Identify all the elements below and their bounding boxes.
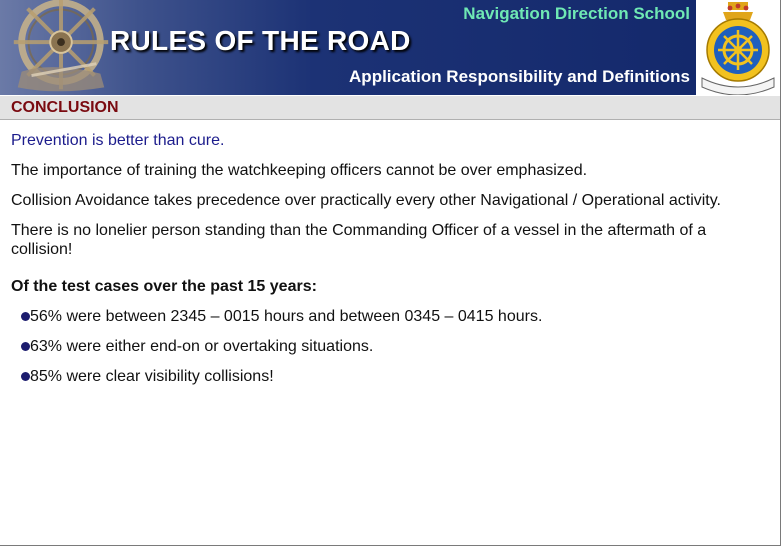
slide-page: Navigation Direction School RULES OF THE… <box>0 0 781 546</box>
list-item: 85% were clear visibility collisions! <box>11 367 736 386</box>
paragraph-training: The importance of training the watchkeep… <box>11 162 588 179</box>
school-name: Navigation Direction School <box>463 4 690 23</box>
section-heading: CONCLUSION <box>11 99 119 116</box>
list-item: 56% were between 2345 – 0015 hours and b… <box>11 307 736 326</box>
lead-text: Prevention is better than cure. <box>11 132 225 149</box>
paragraph-collision-avoidance: Collision Avoidance takes precedence ove… <box>11 192 721 209</box>
naval-crest-logo <box>697 0 779 96</box>
stats-list: 56% were between 2345 – 0015 hours and b… <box>11 307 736 386</box>
page-title: RULES OF THE ROAD <box>110 25 411 56</box>
naval-crest-icon <box>701 2 775 96</box>
paragraph-commanding-officer: There is no lonelier person standing tha… <box>11 222 707 258</box>
ship-wheel-icon <box>13 0 109 92</box>
section-header-bar: CONCLUSION <box>0 96 780 120</box>
content-body: Prevention is better than cure. The impo… <box>11 131 736 397</box>
header-banner: Navigation Direction School RULES OF THE… <box>0 0 696 95</box>
list-item: 63% were either end-on or overtaking sit… <box>11 337 736 356</box>
page-subtitle: Application Responsibility and Definitio… <box>349 67 690 86</box>
stats-heading: Of the test cases over the past 15 years… <box>11 278 317 295</box>
